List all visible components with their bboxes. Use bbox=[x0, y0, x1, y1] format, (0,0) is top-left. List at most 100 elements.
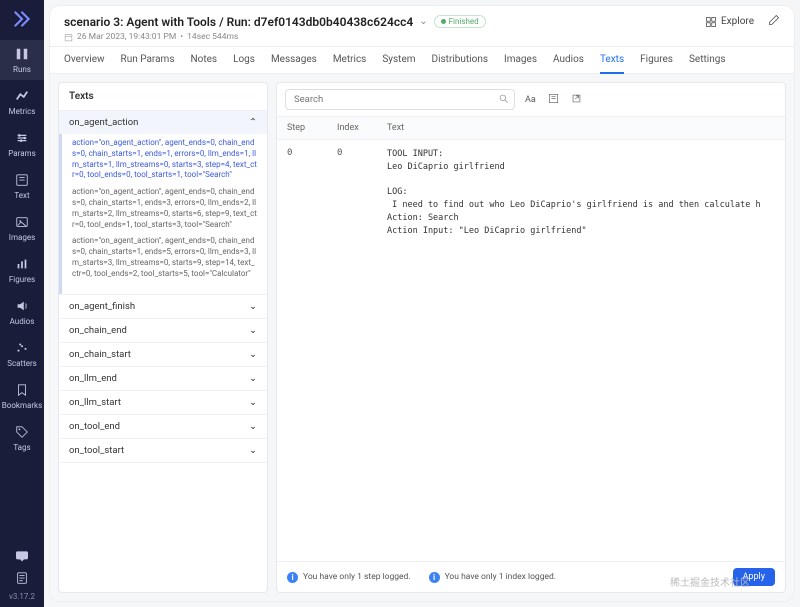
acc-label: on_chain_start bbox=[69, 349, 131, 360]
search-input[interactable] bbox=[285, 89, 515, 110]
acc-head[interactable]: on_agent_finish ⌄ bbox=[59, 295, 267, 318]
acc-label: on_llm_end bbox=[69, 373, 117, 384]
page-title: scenario 3: Agent with Tools / Run: d7ef… bbox=[64, 15, 413, 29]
tab-distributions[interactable]: Distributions bbox=[432, 47, 488, 73]
acc-head-on-agent-action[interactable]: on_agent_action ⌃ bbox=[59, 111, 267, 134]
acc-head[interactable]: on_tool_end⌄ bbox=[59, 415, 267, 438]
tab-audios[interactable]: Audios bbox=[553, 47, 584, 73]
status-badge: Finished bbox=[434, 15, 486, 28]
docs-icon[interactable] bbox=[14, 570, 30, 586]
app-sidebar: Runs Metrics Params Text Images Figures … bbox=[0, 0, 44, 607]
cell-index: 0 bbox=[337, 148, 387, 237]
texts-sidebar: Texts on_agent_action ⌃ action="on_agent… bbox=[58, 82, 268, 593]
chevron-up-icon: ⌃ bbox=[249, 117, 257, 128]
nav-label: Metrics bbox=[9, 107, 36, 116]
acc-head[interactable]: on_llm_end ⌄ bbox=[59, 367, 267, 390]
status-text: Finished bbox=[449, 17, 479, 26]
nav-bookmarks[interactable]: Bookmarks bbox=[0, 376, 44, 416]
acc-on-chain-end: on_chain_end⌄ bbox=[59, 319, 267, 343]
text-panel: Aa Step Index Text 0 0 TOOL INPUT: Leo D… bbox=[276, 82, 786, 593]
nav-label: Runs bbox=[13, 65, 31, 74]
tab-logs[interactable]: Logs bbox=[233, 47, 255, 73]
nav-scatters[interactable]: Scatters bbox=[0, 334, 44, 374]
chevron-down-icon: ⌄ bbox=[249, 373, 257, 384]
acc-on-llm-start: on_llm_start ⌄ bbox=[59, 391, 267, 415]
tab-settings[interactable]: Settings bbox=[689, 47, 726, 73]
acc-body: action="on_agent_action", agent_ends=0, … bbox=[59, 134, 267, 294]
tab-metrics[interactable]: Metrics bbox=[333, 47, 367, 73]
nav-metrics[interactable]: Metrics bbox=[0, 82, 44, 122]
nav-figures[interactable]: Figures bbox=[0, 250, 44, 290]
info-text: You have only 1 index logged. bbox=[445, 572, 556, 582]
explore-label: Explore bbox=[721, 16, 754, 27]
images-icon bbox=[14, 214, 30, 230]
text-card[interactable]: action="on_agent_action", agent_ends=0, … bbox=[72, 236, 257, 279]
version-label: v3.17.2 bbox=[9, 592, 35, 601]
nav-label: Figures bbox=[9, 275, 35, 284]
acc-head[interactable]: on_tool_start⌄ bbox=[59, 439, 267, 462]
panel-toolbar: Aa bbox=[277, 83, 785, 117]
col-text: Text bbox=[387, 123, 775, 133]
tab-system[interactable]: System bbox=[382, 47, 415, 73]
explore-button[interactable]: Explore bbox=[705, 16, 754, 28]
nav-params[interactable]: Params bbox=[0, 124, 44, 164]
tab-figures[interactable]: Figures bbox=[640, 47, 673, 73]
run-duration: 14sec 544ms bbox=[187, 32, 238, 42]
info-icon: i bbox=[429, 572, 440, 583]
export-button[interactable] bbox=[569, 91, 584, 109]
acc-label: on_chain_end bbox=[69, 325, 127, 336]
panel-footer: i You have only 1 step logged. i You hav… bbox=[277, 561, 785, 592]
tab-notes[interactable]: Notes bbox=[190, 47, 217, 73]
edit-button[interactable] bbox=[768, 14, 780, 29]
text-card[interactable]: action="on_agent_action", agent_ends=0, … bbox=[72, 138, 257, 181]
tab-run-params[interactable]: Run Params bbox=[121, 47, 175, 73]
acc-head[interactable]: on_chain_end⌄ bbox=[59, 319, 267, 342]
apply-button[interactable]: Apply bbox=[733, 568, 775, 586]
nav-label: Bookmarks bbox=[2, 401, 42, 410]
nav-audios[interactable]: Audios bbox=[0, 292, 44, 332]
page-header: scenario 3: Agent with Tools / Run: d7ef… bbox=[50, 6, 794, 47]
run-date: 26 Mar 2023, 19:43:01 PM bbox=[77, 32, 176, 42]
tags-icon bbox=[14, 424, 30, 440]
app-logo bbox=[11, 8, 33, 30]
cell-step: 0 bbox=[287, 148, 337, 237]
acc-on-llm-end: on_llm_end ⌄ bbox=[59, 367, 267, 391]
audios-icon bbox=[14, 298, 30, 314]
nav-text[interactable]: Text bbox=[0, 166, 44, 206]
table-row[interactable]: 0 0 TOOL INPUT: Leo DiCaprio girlfriend … bbox=[277, 140, 785, 245]
acc-head[interactable]: on_chain_start⌄ bbox=[59, 343, 267, 366]
nav-images[interactable]: Images bbox=[0, 208, 44, 248]
acc-label: on_agent_finish bbox=[69, 301, 135, 312]
nav-label: Text bbox=[14, 191, 29, 200]
figures-icon bbox=[14, 256, 30, 272]
acc-on-tool-end: on_tool_end⌄ bbox=[59, 415, 267, 439]
tab-images[interactable]: Images bbox=[504, 47, 537, 73]
app-nav: Runs Metrics Params Text Images Figures … bbox=[0, 40, 44, 548]
sidebar-title: Texts bbox=[59, 83, 267, 111]
nav-label: Images bbox=[9, 233, 35, 242]
font-size-button[interactable]: Aa bbox=[523, 93, 538, 107]
wrap-button[interactable] bbox=[546, 91, 561, 109]
chevron-down-icon[interactable]: ⌄ bbox=[419, 16, 427, 27]
tab-messages[interactable]: Messages bbox=[271, 47, 317, 73]
discord-icon[interactable] bbox=[14, 548, 30, 564]
acc-head[interactable]: on_llm_start ⌄ bbox=[59, 391, 267, 414]
text-card[interactable]: action="on_agent_action", agent_ends=0, … bbox=[72, 187, 257, 230]
nav-tags[interactable]: Tags bbox=[0, 418, 44, 458]
explore-icon bbox=[705, 16, 717, 28]
tab-texts[interactable]: Texts bbox=[600, 47, 624, 74]
chevron-down-icon: ⌄ bbox=[249, 301, 257, 312]
acc-label: on_llm_start bbox=[69, 397, 121, 408]
acc-label: on_agent_action bbox=[69, 117, 138, 128]
chevron-down-icon: ⌄ bbox=[249, 397, 257, 408]
calendar-icon bbox=[64, 33, 73, 42]
table-header: Step Index Text bbox=[277, 117, 785, 140]
tab-bar: Overview Run Params Notes Logs Messages … bbox=[50, 47, 794, 74]
bookmarks-icon bbox=[14, 382, 30, 398]
acc-on-agent-action: on_agent_action ⌃ action="on_agent_actio… bbox=[59, 111, 267, 295]
content-area: Texts on_agent_action ⌃ action="on_agent… bbox=[50, 74, 794, 601]
acc-on-chain-start: on_chain_start⌄ bbox=[59, 343, 267, 367]
search-icon[interactable] bbox=[498, 93, 509, 107]
nav-runs[interactable]: Runs bbox=[0, 40, 44, 80]
tab-overview[interactable]: Overview bbox=[64, 47, 105, 73]
